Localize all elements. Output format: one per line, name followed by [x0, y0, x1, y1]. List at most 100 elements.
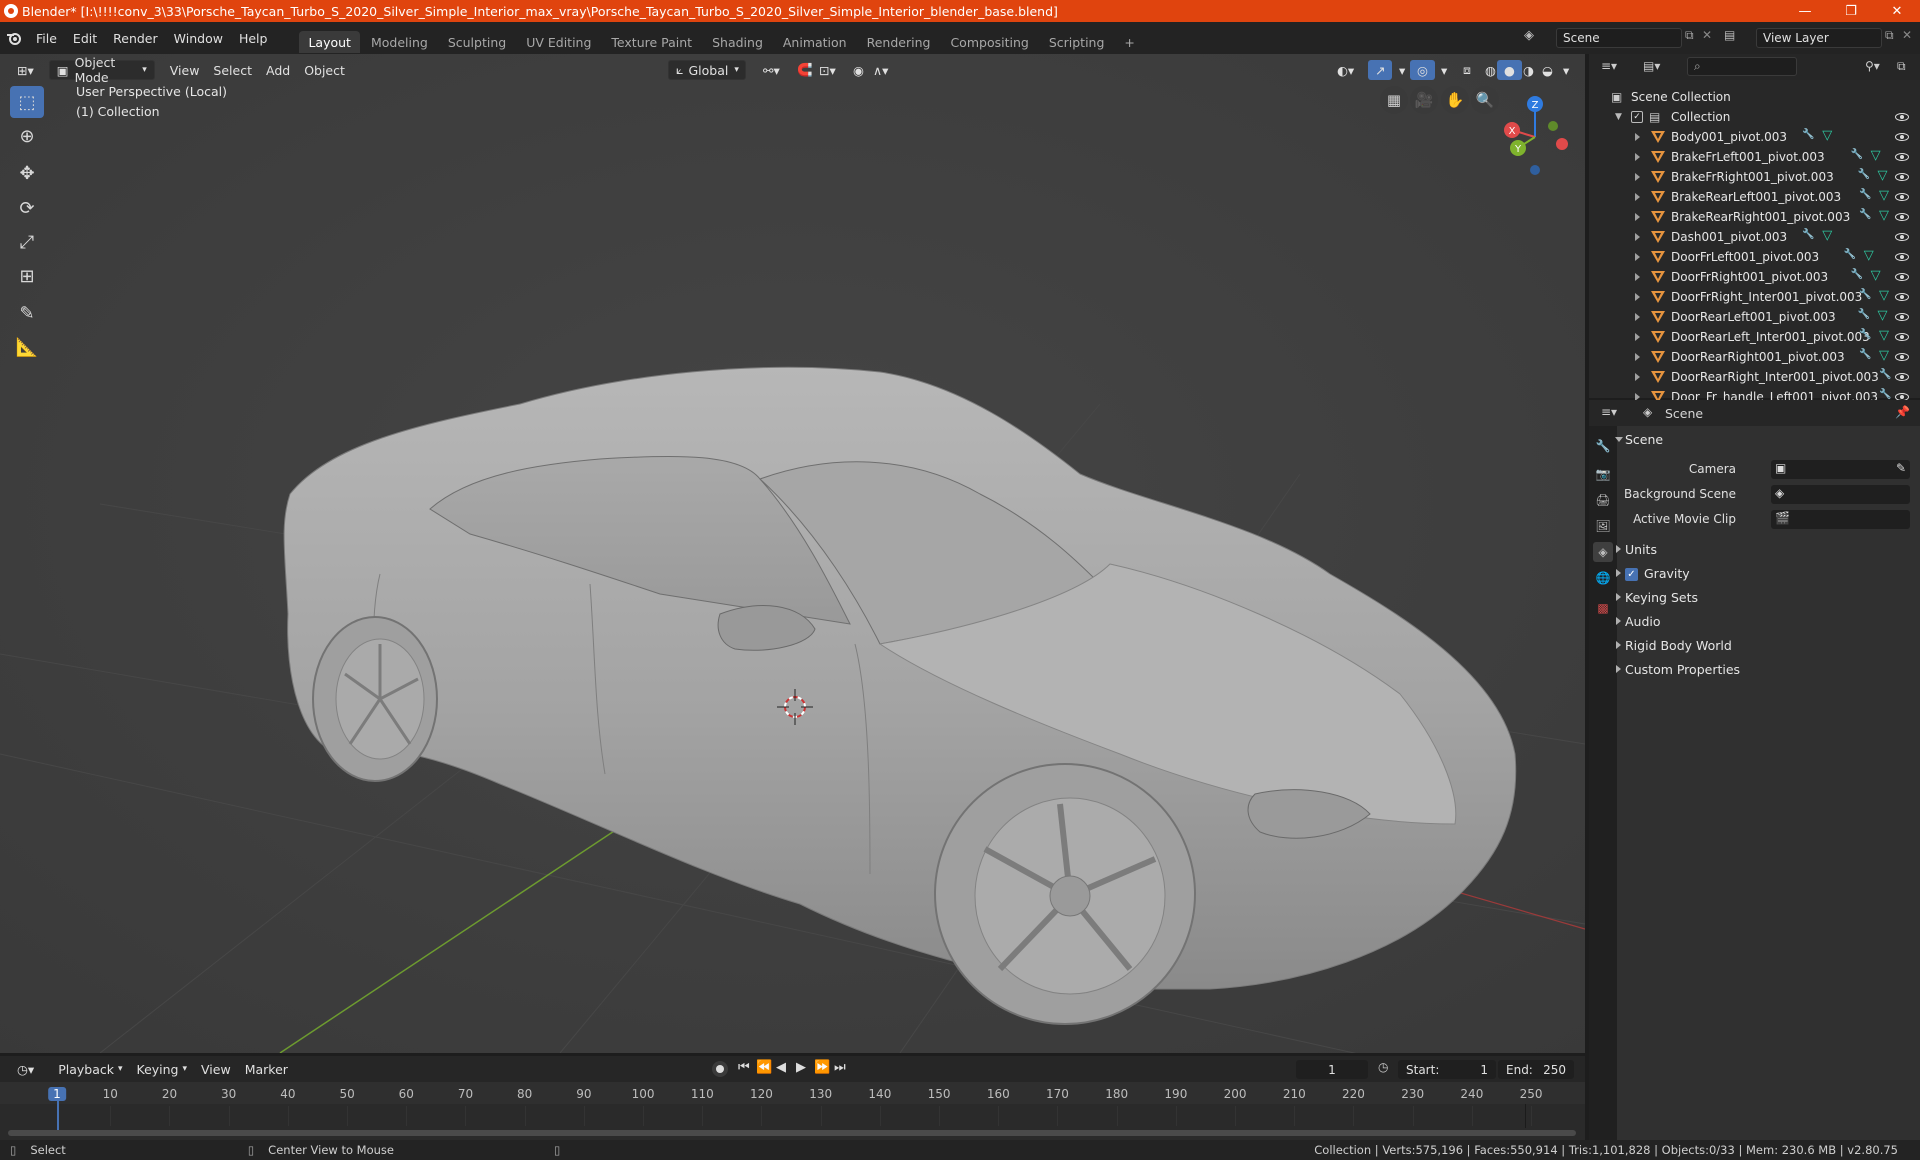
play-reverse-icon[interactable]: ◀	[776, 1060, 786, 1075]
3d-viewport[interactable]: ⊞▾ ▣ Object Mode ▾ View Select Add Object …	[0, 54, 1585, 1053]
outliner-object-row[interactable]: DoorRearRight_Inter001_pivot.003 🔧	[1589, 367, 1920, 387]
tool-tab-icon[interactable]: 🔧	[1593, 436, 1613, 456]
camera-field[interactable]: ▣ ✎	[1771, 460, 1910, 479]
measure-tool[interactable]: 📐	[10, 331, 44, 363]
transform-tool[interactable]: ⊞	[10, 260, 44, 292]
modifier-wrench-icon[interactable]: 🔧	[1851, 149, 1863, 160]
units-section-header[interactable]: Units	[1616, 542, 1657, 557]
toggle-grid-icon[interactable]: ▦	[1380, 86, 1408, 114]
outliner-editor-type-icon[interactable]: ≡▾	[1601, 59, 1617, 73]
modifier-wrench-icon[interactable]: 🔧	[1858, 309, 1870, 320]
modifier-wrench-icon[interactable]: 🔧	[1879, 369, 1891, 380]
modifier-wrench-icon[interactable]: 🔧	[1802, 229, 1814, 240]
object-visibility-icon[interactable]	[1895, 373, 1909, 381]
mesh-data-icon[interactable]: ▽	[1878, 168, 1888, 183]
play-icon[interactable]: ▶	[796, 1060, 806, 1075]
modifier-wrench-icon[interactable]: 🔧	[1859, 189, 1871, 200]
xray-icon[interactable]: ⧈	[1456, 60, 1478, 80]
modifier-wrench-icon[interactable]: 🔧	[1844, 249, 1856, 260]
view-layer-tab-icon[interactable]: 🖼	[1593, 516, 1613, 536]
mesh-data-icon[interactable]: ▽	[1822, 228, 1832, 243]
object-visibility-icon[interactable]	[1895, 353, 1909, 361]
menu-render[interactable]: Render	[105, 31, 166, 46]
viewport-menu-add[interactable]: Add	[259, 60, 297, 80]
camera-view-icon[interactable]: 🎥	[1410, 86, 1438, 114]
outliner-object-row[interactable]: DoorRearLeft001_pivot.003 🔧 ▽	[1589, 307, 1920, 327]
expand-object-icon[interactable]	[1635, 173, 1640, 181]
modifier-wrench-icon[interactable]: 🔧	[1802, 129, 1814, 140]
background-scene-field[interactable]: ◈	[1771, 485, 1910, 504]
close-button[interactable]: ✕	[1874, 0, 1920, 22]
mesh-data-icon[interactable]: ▽	[1822, 128, 1832, 143]
viewport-menu-object[interactable]: Object	[297, 60, 352, 80]
scene-selector[interactable]: Scene	[1556, 28, 1682, 48]
mesh-data-icon[interactable]: ▽	[1871, 268, 1881, 283]
outliner-search-input[interactable]: ⌕	[1687, 57, 1797, 76]
tab-uv-editing[interactable]: UV Editing	[517, 31, 600, 53]
maximize-button[interactable]: ❐	[1828, 0, 1874, 22]
minimize-button[interactable]: —	[1782, 0, 1828, 22]
timeline-menu-view[interactable]: View	[194, 1059, 238, 1079]
expand-object-icon[interactable]	[1635, 213, 1640, 221]
collapse-collection-icon[interactable]: ▼	[1615, 112, 1622, 122]
tab-modeling[interactable]: Modeling	[362, 31, 437, 53]
tab-layout[interactable]: Layout	[299, 31, 360, 53]
jump-keyframe-forward-icon[interactable]: ⏩	[814, 1060, 830, 1075]
texture-tab-icon[interactable]: ▩	[1593, 598, 1613, 618]
timeline-editor-type-icon[interactable]: ◷▾	[10, 1059, 41, 1079]
viewport-menu-select[interactable]: Select	[206, 60, 259, 80]
modifier-wrench-icon[interactable]: 🔧	[1851, 269, 1863, 280]
overlays-dropdown-icon[interactable]: ▾	[1434, 60, 1454, 80]
outliner-object-row[interactable]: BrakeFrRight001_pivot.003 🔧 ▽	[1589, 167, 1920, 187]
pan-view-icon[interactable]: ✋	[1441, 86, 1469, 114]
object-visibility-icon[interactable]	[1895, 193, 1909, 201]
eyedropper-icon[interactable]: ✎	[1896, 461, 1906, 475]
orientation-gizmo[interactable]: Z X Y	[1490, 82, 1570, 192]
outliner-object-row[interactable]: DoorRearRight001_pivot.003 🔧 ▽	[1589, 347, 1920, 367]
object-visibility-icon[interactable]	[1895, 213, 1909, 221]
collection-checkbox[interactable]: ✓	[1631, 111, 1643, 123]
modifier-wrench-icon[interactable]: 🔧	[1859, 349, 1871, 360]
render-tab-icon[interactable]: 📷	[1593, 464, 1613, 484]
move-tool[interactable]: ✥	[10, 157, 44, 189]
tab-shading[interactable]: Shading	[703, 31, 772, 53]
jump-start-icon[interactable]: ⏮	[738, 1060, 750, 1075]
tab-rendering[interactable]: Rendering	[858, 31, 940, 53]
outliner-object-row[interactable]: DoorRearLeft_Inter001_pivot.003 🔧 ▽	[1589, 327, 1920, 347]
tab-texture-paint[interactable]: Texture Paint	[602, 31, 701, 53]
scene-section-header[interactable]: Scene	[1614, 432, 1663, 447]
mesh-data-icon[interactable]: ▽	[1878, 308, 1888, 323]
expand-object-icon[interactable]	[1635, 193, 1640, 201]
outliner-object-row[interactable]: DoorFrRight001_pivot.003 🔧 ▽	[1589, 267, 1920, 287]
custom-properties-section-header[interactable]: Custom Properties	[1615, 662, 1740, 677]
scale-tool[interactable]: ⤢	[10, 226, 44, 258]
timeline-scrollbar[interactable]	[8, 1130, 1576, 1136]
mesh-data-icon[interactable]: ▽	[1864, 248, 1874, 263]
collection-visibility-icon[interactable]	[1895, 113, 1909, 121]
filter-icon[interactable]: ⚲▾	[1865, 59, 1880, 73]
record-button[interactable]	[712, 1061, 728, 1077]
tab-sculpting[interactable]: Sculpting	[439, 31, 515, 53]
outliner-object-row[interactable]: Dash001_pivot.003 🔧 ▽	[1589, 227, 1920, 247]
outliner-object-row[interactable]: BrakeRearRight001_pivot.003 🔧 ▽	[1589, 207, 1920, 227]
keying-sets-section-header[interactable]: Keying Sets	[1615, 590, 1698, 605]
add-workspace-button[interactable]: +	[1115, 31, 1143, 53]
tab-animation[interactable]: Animation	[774, 31, 856, 53]
expand-object-icon[interactable]	[1635, 333, 1640, 341]
rotate-tool[interactable]: ⟳	[10, 192, 44, 224]
expand-object-icon[interactable]	[1635, 373, 1640, 381]
start-frame-field[interactable]: Start: 1	[1398, 1060, 1496, 1079]
modifier-wrench-icon[interactable]: 🔧	[1859, 329, 1871, 340]
expand-object-icon[interactable]	[1635, 273, 1640, 281]
mesh-data-icon[interactable]: ▽	[1879, 208, 1889, 223]
outliner-collection[interactable]: ▼ ✓ ▤ Collection	[1589, 107, 1920, 127]
modifier-wrench-icon[interactable]: 🔧	[1859, 209, 1871, 220]
gizmo-toggle-icon[interactable]: ↗	[1368, 60, 1393, 80]
menu-edit[interactable]: Edit	[65, 31, 105, 46]
viewport-menu-view[interactable]: View	[163, 60, 207, 80]
remove-scene-icon[interactable]: ✕	[1702, 28, 1712, 42]
playhead-line[interactable]	[57, 1100, 59, 1130]
output-tab-icon[interactable]: 🖨	[1593, 490, 1613, 510]
display-mode-icon[interactable]: ▤▾	[1643, 59, 1660, 73]
overlays-toggle-icon[interactable]: ◎	[1410, 60, 1435, 80]
